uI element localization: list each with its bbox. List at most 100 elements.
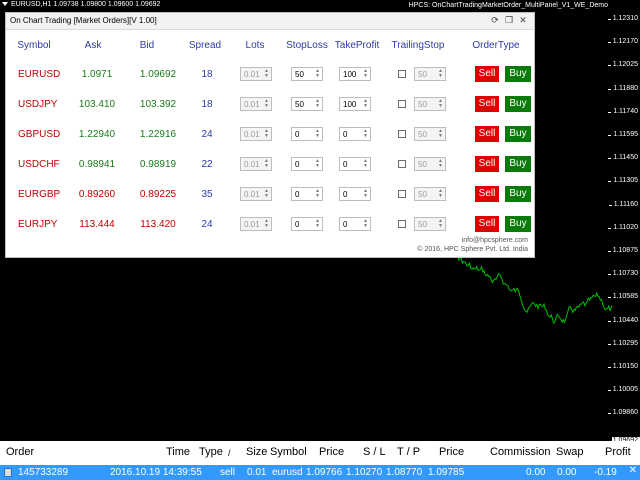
price-tick: 1.11880 xyxy=(608,84,638,92)
close-icon[interactable]: ✕ xyxy=(518,15,528,26)
lots-stepper[interactable]: 0.01 ▲ ▼ xyxy=(240,187,272,201)
takeprofit-stepper[interactable]: 100 ▲ ▼ xyxy=(339,67,371,81)
stoploss-stepper[interactable]: 0 ▲ ▼ xyxy=(291,157,323,171)
trailingstop-stepper[interactable]: 50 ▲ ▼ xyxy=(414,127,446,141)
stepper-arrows-icon[interactable]: ▲ ▼ xyxy=(362,129,369,139)
trailingstop-stepper[interactable]: 50 ▲ ▼ xyxy=(414,97,446,111)
order-row[interactable]: 145733289 2016.10.19 14:39:55 sell 0.01 … xyxy=(0,465,640,480)
stoploss-stepper[interactable]: 50 ▲ ▼ xyxy=(291,97,323,111)
order-sl: 1.10270 xyxy=(346,467,383,478)
copy-icon[interactable]: ❐ xyxy=(504,15,514,26)
sell-button[interactable]: Sell xyxy=(475,186,499,202)
stepper-arrows-icon[interactable]: ▲ ▼ xyxy=(314,219,321,229)
symbol-row-gbpusd: GBPUSD 1.22940 1.22916 24 0.01 ▲ ▼ 0 ▲ ▼ 0… xyxy=(6,126,536,144)
trailing-checkbox[interactable] xyxy=(398,100,406,108)
th-swap[interactable]: Swap xyxy=(556,446,584,458)
sell-button[interactable]: Sell xyxy=(475,216,499,232)
trailingstop-stepper[interactable]: 50 ▲ ▼ xyxy=(414,67,446,81)
order-number: 145733289 xyxy=(18,467,69,478)
price-tick: 1.11595 xyxy=(608,131,638,138)
stepper-arrows-icon[interactable]: ▲ ▼ xyxy=(263,69,270,79)
stoploss-stepper[interactable]: 50 ▲ ▼ xyxy=(291,67,323,81)
stepper-arrows-icon[interactable]: ▲ ▼ xyxy=(437,99,444,109)
row-spread: 18 xyxy=(201,99,213,110)
takeprofit-stepper[interactable]: 0 ▲ ▼ xyxy=(339,157,371,171)
stepper-arrows-icon[interactable]: ▲ ▼ xyxy=(362,69,369,79)
stepper-arrows-icon[interactable]: ▲ ▼ xyxy=(314,99,321,109)
stoploss-stepper[interactable]: 0 ▲ ▼ xyxy=(291,187,323,201)
lots-stepper[interactable]: 0.01 ▲ ▼ xyxy=(240,157,272,171)
stoploss-stepper[interactable]: 0 ▲ ▼ xyxy=(291,217,323,231)
trailing-checkbox[interactable] xyxy=(398,190,406,198)
takeprofit-stepper[interactable]: 0 ▲ ▼ xyxy=(339,217,371,231)
symbol-row-usdchf: USDCHF 0.98941 0.98919 22 0.01 ▲ ▼ 0 ▲ ▼ 0… xyxy=(6,156,536,174)
stepper-arrows-icon[interactable]: ▲ ▼ xyxy=(263,159,270,169)
terminal-table: Order Time Type / Size Symbol Price S / … xyxy=(0,441,640,480)
stepper-arrows-icon[interactable]: ▲ ▼ xyxy=(437,69,444,79)
price-tick: 1.12310 xyxy=(607,15,638,22)
th-profit[interactable]: Profit xyxy=(605,446,631,458)
sell-button[interactable]: Sell xyxy=(475,126,499,142)
trailing-checkbox[interactable] xyxy=(398,70,406,78)
stepper-arrows-icon[interactable]: ▲ ▼ xyxy=(263,189,270,199)
stepper-arrows-icon[interactable]: ▲ ▼ xyxy=(263,129,270,139)
stoploss-stepper[interactable]: 0 ▲ ▼ xyxy=(291,127,323,141)
row-bid: 113.420 xyxy=(140,219,176,230)
th-tp[interactable]: T / P xyxy=(397,446,420,458)
buy-button[interactable]: Buy xyxy=(505,96,531,112)
stepper-arrows-icon[interactable]: ▲ ▼ xyxy=(437,219,444,229)
trailing-checkbox[interactable] xyxy=(398,220,406,228)
close-order-icon[interactable]: ✕ xyxy=(629,465,637,476)
buy-button[interactable]: Buy xyxy=(505,186,531,202)
refresh-icon[interactable]: ⟳ xyxy=(490,15,500,26)
trailingstop-stepper[interactable]: 50 ▲ ▼ xyxy=(414,187,446,201)
stepper-arrows-icon[interactable]: ▲ ▼ xyxy=(437,159,444,169)
stepper-arrows-icon[interactable]: ▲ ▼ xyxy=(362,99,369,109)
takeprofit-value: 0 xyxy=(343,160,348,169)
buy-button[interactable]: Buy xyxy=(505,66,531,82)
sell-button[interactable]: Sell xyxy=(475,66,499,82)
stepper-arrows-icon[interactable]: ▲ ▼ xyxy=(314,129,321,139)
order-current-price: 1.09785 xyxy=(428,467,465,478)
takeprofit-stepper[interactable]: 0 ▲ ▼ xyxy=(339,127,371,141)
stepper-arrows-icon[interactable]: ▲ ▼ xyxy=(362,219,369,229)
sell-button[interactable]: Sell xyxy=(475,156,499,172)
buy-button[interactable]: Buy xyxy=(505,156,531,172)
lots-stepper[interactable]: 0.01 ▲ ▼ xyxy=(240,67,272,81)
trailing-checkbox[interactable] xyxy=(398,160,406,168)
th-commission[interactable]: Commission xyxy=(490,446,551,458)
order-type: sell xyxy=(220,467,236,478)
buy-button[interactable]: Buy xyxy=(505,126,531,142)
takeprofit-stepper[interactable]: 100 ▲ ▼ xyxy=(339,97,371,111)
stepper-arrows-icon[interactable]: ▲ ▼ xyxy=(314,69,321,79)
stepper-arrows-icon[interactable]: ▲ ▼ xyxy=(314,159,321,169)
stepper-arrows-icon[interactable]: ▲ ▼ xyxy=(263,99,270,109)
trailingstop-stepper[interactable]: 50 ▲ ▼ xyxy=(414,157,446,171)
lots-stepper[interactable]: 0.01 ▲ ▼ xyxy=(240,97,272,111)
lots-stepper[interactable]: 0.01 ▲ ▼ xyxy=(240,217,272,231)
trading-panel: On Chart Trading [Market Orders][V 1.00]… xyxy=(5,12,535,258)
th-price-current[interactable]: Price xyxy=(439,446,464,458)
th-type[interactable]: Type xyxy=(199,446,223,458)
th-symbol[interactable]: Symbol xyxy=(270,446,307,458)
stepper-arrows-icon[interactable]: ▲ ▼ xyxy=(437,129,444,139)
trailingstop-stepper[interactable]: 50 ▲ ▼ xyxy=(414,217,446,231)
th-size[interactable]: Size xyxy=(246,446,267,458)
buy-button[interactable]: Buy xyxy=(505,216,531,232)
order-commission: 0.00 xyxy=(526,467,546,478)
stepper-arrows-icon[interactable]: ▲ ▼ xyxy=(314,189,321,199)
lots-stepper[interactable]: 0.01 ▲ ▼ xyxy=(240,127,272,141)
symbol-row-eurgbp: EURGBP 0.89260 0.89225 35 0.01 ▲ ▼ 0 ▲ ▼ 0… xyxy=(6,186,536,204)
stepper-arrows-icon[interactable]: ▲ ▼ xyxy=(362,159,369,169)
row-spread: 24 xyxy=(201,219,213,230)
th-time[interactable]: Time xyxy=(166,446,190,458)
stepper-arrows-icon[interactable]: ▲ ▼ xyxy=(362,189,369,199)
trailing-checkbox[interactable] xyxy=(398,130,406,138)
th-sl[interactable]: S / L xyxy=(363,446,386,458)
stepper-arrows-icon[interactable]: ▲ ▼ xyxy=(437,189,444,199)
takeprofit-stepper[interactable]: 0 ▲ ▼ xyxy=(339,187,371,201)
th-price[interactable]: Price xyxy=(319,446,344,458)
th-order[interactable]: Order xyxy=(6,446,34,458)
sell-button[interactable]: Sell xyxy=(475,96,499,112)
stepper-arrows-icon[interactable]: ▲ ▼ xyxy=(263,219,270,229)
